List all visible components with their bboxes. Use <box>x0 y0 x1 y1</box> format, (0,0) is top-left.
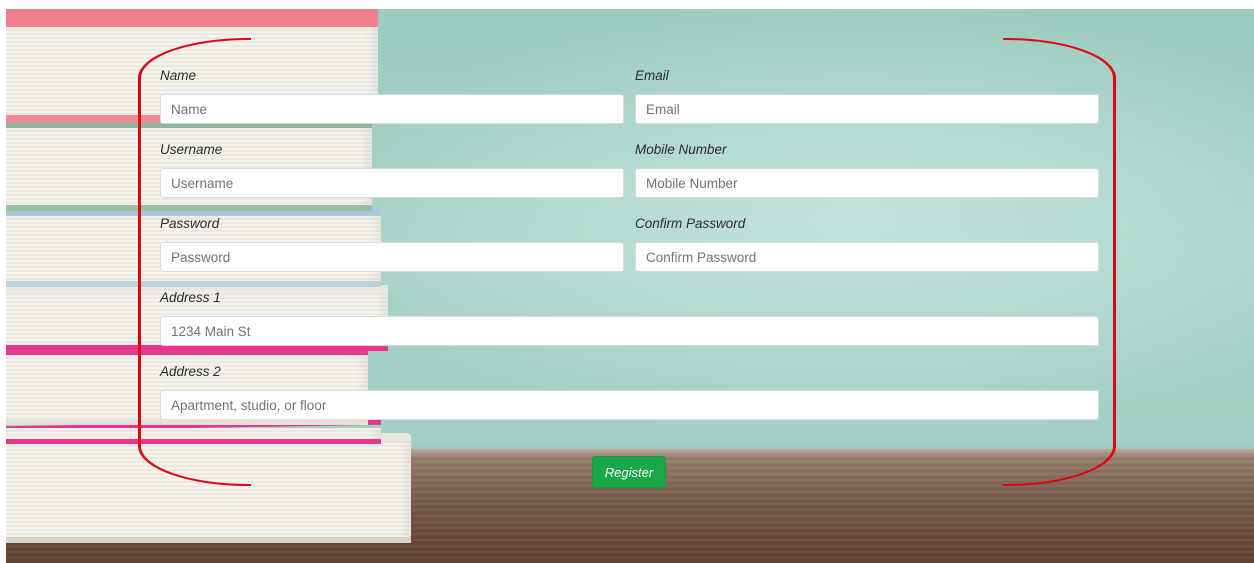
email-label: Email <box>635 68 669 83</box>
email-input[interactable] <box>635 94 1099 124</box>
username-label: Username <box>160 142 223 157</box>
registration-form: Name Email Username Mobile Number Passwo… <box>138 38 1116 488</box>
bracket-decoration <box>1003 38 1116 80</box>
address-1-label: Address 1 <box>160 290 221 305</box>
mobile-number-label: Mobile Number <box>635 142 727 157</box>
confirm-password-input[interactable] <box>635 242 1099 272</box>
password-label: Password <box>160 216 220 231</box>
confirm-password-label: Confirm Password <box>635 216 746 231</box>
name-label: Name <box>160 68 197 83</box>
bracket-decoration <box>138 444 251 486</box>
name-input[interactable] <box>160 94 624 124</box>
bracket-decoration <box>1003 444 1116 486</box>
address-2-input[interactable] <box>160 390 1099 420</box>
address-1-input[interactable] <box>160 316 1099 346</box>
username-input[interactable] <box>160 168 624 198</box>
bracket-decoration <box>1113 76 1116 448</box>
address-2-label: Address 2 <box>160 364 221 379</box>
password-input[interactable] <box>160 242 624 272</box>
register-button[interactable]: Register <box>592 456 666 488</box>
mobile-number-input[interactable] <box>635 168 1099 198</box>
bracket-decoration <box>138 76 141 448</box>
